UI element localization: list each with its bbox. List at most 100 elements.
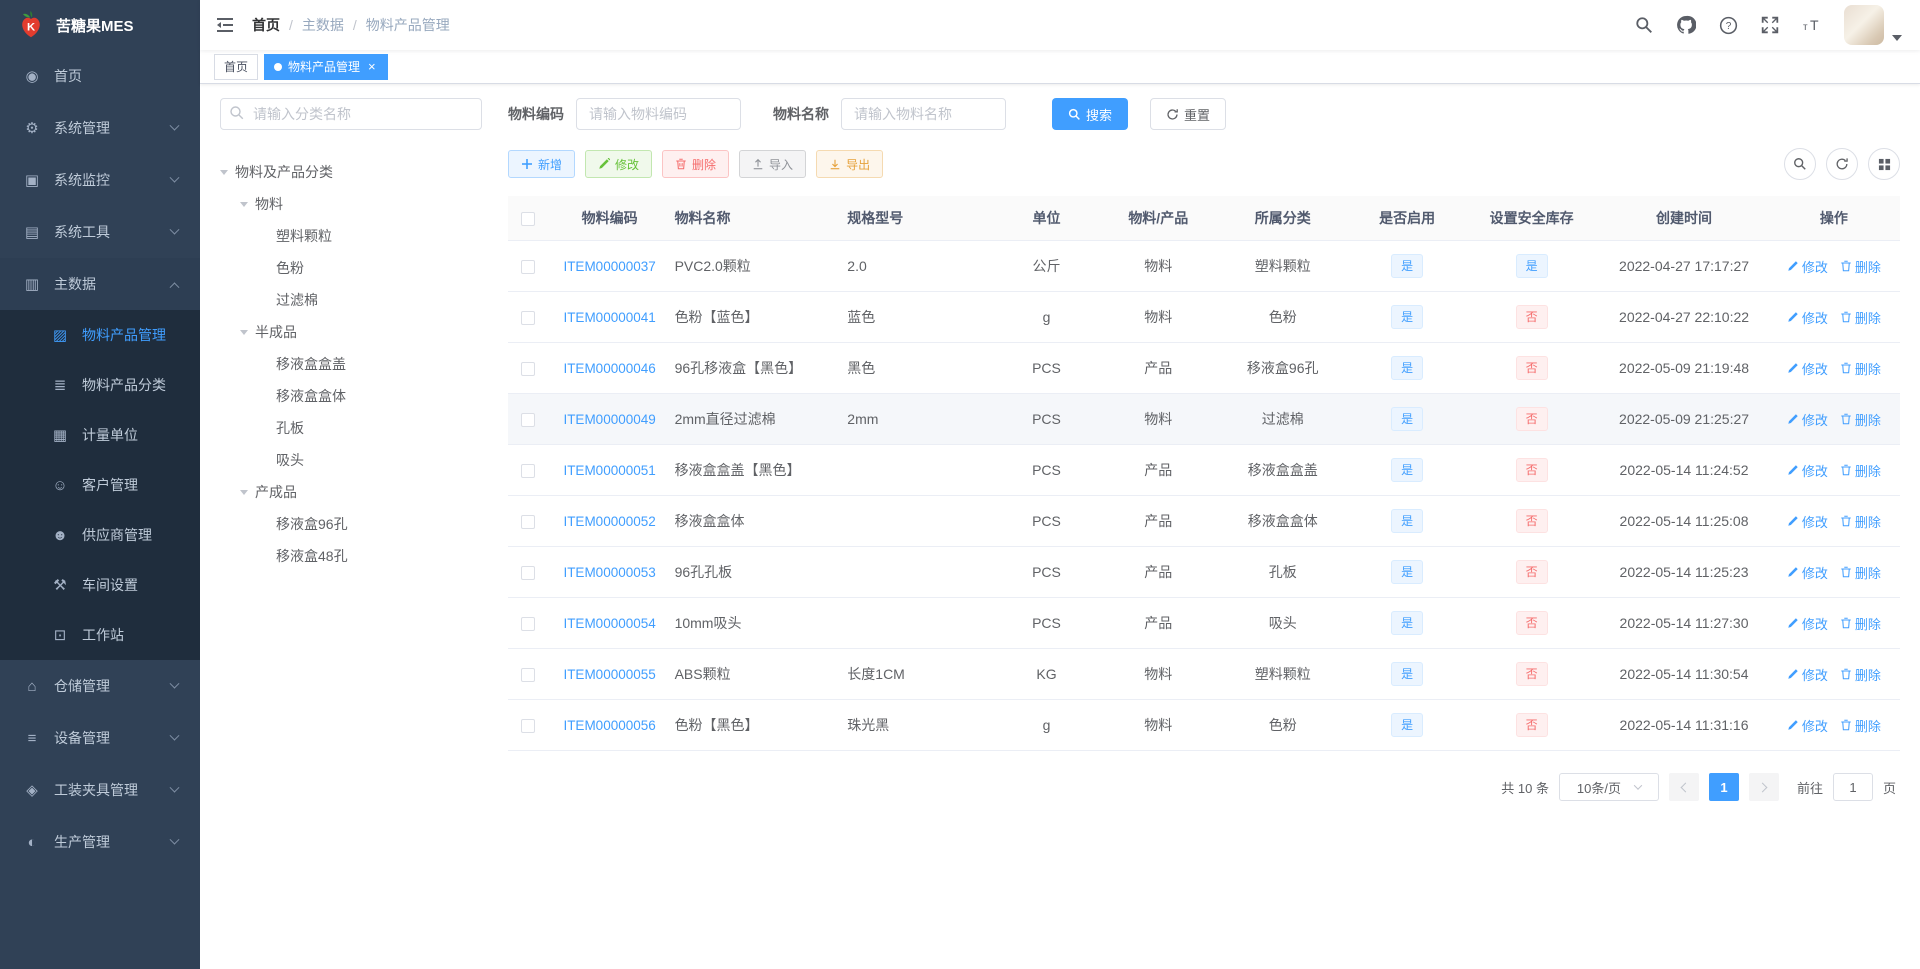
delete-button[interactable]: 删除	[662, 150, 730, 178]
row-edit-link[interactable]: 修改	[1787, 563, 1828, 582]
row-edit-link[interactable]: 修改	[1787, 512, 1828, 531]
material-code-input[interactable]	[576, 98, 741, 130]
material-code-link[interactable]: ITEM00000052	[563, 514, 655, 529]
row-delete-link[interactable]: 删除	[1840, 308, 1881, 327]
row-checkbox[interactable]	[521, 719, 536, 734]
material-code-link[interactable]: ITEM00000041	[563, 310, 655, 325]
sidebar-item-workshop-settings[interactable]: ⚒ 车间设置	[0, 560, 200, 610]
material-code-link[interactable]: ITEM00000049	[563, 412, 655, 427]
sidebar-item-customer-management[interactable]: ☺ 客户管理	[0, 460, 200, 510]
row-delete-link[interactable]: 删除	[1840, 410, 1881, 429]
import-button[interactable]: 导入	[739, 150, 807, 178]
search-button[interactable]: 搜索	[1052, 98, 1129, 130]
tree-node[interactable]: 移液盒96孔	[220, 508, 482, 540]
sidebar-item-production-management[interactable]: ◐ 生产管理	[0, 816, 200, 868]
page-size-select[interactable]: 10条/页	[1558, 773, 1659, 801]
tree-node[interactable]: 移液盒盒体	[220, 380, 482, 412]
reset-button[interactable]: 重置	[1150, 98, 1227, 130]
row-checkbox[interactable]	[521, 617, 536, 632]
tree-node[interactable]: 过滤棉	[220, 284, 482, 316]
row-delete-link[interactable]: 删除	[1840, 614, 1881, 633]
row-delete-link[interactable]: 删除	[1840, 563, 1881, 582]
sidebar-item-workstation[interactable]: ⊡ 工作站	[0, 610, 200, 660]
select-all-checkbox[interactable]	[521, 212, 536, 227]
row-delete-link[interactable]: 删除	[1840, 461, 1881, 480]
row-edit-link[interactable]: 修改	[1787, 359, 1828, 378]
search-icon[interactable]	[1634, 15, 1654, 35]
sidebar-item-warehouse-management[interactable]: ⌂ 仓储管理	[0, 660, 200, 712]
material-code-link[interactable]: ITEM00000055	[563, 667, 655, 682]
question-icon[interactable]: ?	[1718, 15, 1738, 35]
tree-node[interactable]: 移液盒盒盖	[220, 348, 482, 380]
row-checkbox[interactable]	[521, 260, 536, 275]
tree-node[interactable]: 孔板	[220, 412, 482, 444]
tab-home[interactable]: 首页	[214, 53, 259, 80]
sidebar-item-system-admin[interactable]: ⚙ 系统管理	[0, 102, 200, 154]
row-checkbox[interactable]	[521, 668, 536, 683]
breadcrumb-home[interactable]: 首页	[252, 15, 280, 35]
github-icon[interactable]	[1676, 15, 1696, 35]
tree-node[interactable]: 吸头	[220, 444, 482, 476]
add-button[interactable]: 新增	[508, 150, 576, 178]
row-edit-link[interactable]: 修改	[1787, 257, 1828, 276]
refresh-button[interactable]	[1826, 148, 1858, 180]
row-edit-link[interactable]: 修改	[1787, 461, 1828, 480]
sidebar-item-system-tools[interactable]: ▤ 系统工具	[0, 206, 200, 258]
row-delete-link[interactable]: 删除	[1840, 359, 1881, 378]
tree-node[interactable]: 产成品	[220, 476, 482, 508]
column-toggle-button[interactable]	[1868, 148, 1900, 180]
tab-material-product-management[interactable]: 物料产品管理 ×	[264, 53, 388, 80]
material-code-link[interactable]: ITEM00000054	[563, 616, 655, 631]
sidebar-item-supplier-management[interactable]: ☻ 供应商管理	[0, 510, 200, 560]
prev-page-button[interactable]	[1668, 773, 1699, 801]
sidebar-item-home[interactable]: ◉ 首页	[0, 50, 200, 102]
row-checkbox[interactable]	[521, 515, 536, 530]
tree-node[interactable]: 塑料颗粒	[220, 220, 482, 252]
row-checkbox[interactable]	[521, 464, 536, 479]
show-search-button[interactable]	[1784, 148, 1816, 180]
material-code-link[interactable]: ITEM00000037	[563, 259, 655, 274]
tree-node[interactable]: 物料	[220, 188, 482, 220]
sidebar-item-system-monitor[interactable]: ▣ 系统监控	[0, 154, 200, 206]
close-icon[interactable]: ×	[366, 59, 378, 74]
export-button[interactable]: 导出	[816, 150, 884, 178]
row-checkbox[interactable]	[521, 311, 536, 326]
row-delete-link[interactable]: 删除	[1840, 257, 1881, 276]
material-name-input[interactable]	[841, 98, 1006, 130]
page-number-button[interactable]: 1	[1708, 773, 1739, 801]
sidebar-item-equipment-management[interactable]: ≡ 设备管理	[0, 712, 200, 764]
row-edit-link[interactable]: 修改	[1787, 410, 1828, 429]
row-edit-link[interactable]: 修改	[1787, 716, 1828, 735]
tree-expand-caret-icon[interactable]	[240, 201, 248, 207]
row-checkbox[interactable]	[521, 362, 536, 377]
row-edit-link[interactable]: 修改	[1787, 308, 1828, 327]
tree-expand-caret-icon[interactable]	[240, 489, 248, 495]
material-code-link[interactable]: ITEM00000051	[563, 463, 655, 478]
sidebar-item-master-data[interactable]: ▥ 主数据	[0, 258, 200, 310]
user-menu[interactable]	[1844, 5, 1902, 45]
row-delete-link[interactable]: 删除	[1840, 512, 1881, 531]
app-logo[interactable]: K 苦糖果MES	[0, 0, 200, 50]
fullscreen-icon[interactable]	[1760, 15, 1780, 35]
sidebar-item-material-product-management[interactable]: ▨ 物料产品管理	[0, 310, 200, 360]
row-checkbox[interactable]	[521, 413, 536, 428]
tree-node[interactable]: 物料及产品分类	[220, 156, 482, 188]
tree-node[interactable]: 半成品	[220, 316, 482, 348]
edit-button[interactable]: 修改	[585, 150, 653, 178]
hamburger-icon[interactable]	[216, 15, 236, 35]
sidebar-item-measurement-unit[interactable]: ▦ 计量单位	[0, 410, 200, 460]
tree-node[interactable]: 色粉	[220, 252, 482, 284]
material-code-link[interactable]: ITEM00000053	[563, 565, 655, 580]
avatar[interactable]	[1844, 5, 1884, 45]
next-page-button[interactable]	[1748, 773, 1779, 801]
row-edit-link[interactable]: 修改	[1787, 665, 1828, 684]
tree-node[interactable]: 移液盒48孔	[220, 540, 482, 572]
tree-expand-caret-icon[interactable]	[220, 169, 228, 175]
tree-expand-caret-icon[interactable]	[240, 329, 248, 335]
sidebar-item-tooling-fixture-management[interactable]: ◈ 工装夹具管理	[0, 764, 200, 816]
row-checkbox[interactable]	[521, 566, 536, 581]
material-code-link[interactable]: ITEM00000056	[563, 718, 655, 733]
row-edit-link[interactable]: 修改	[1787, 614, 1828, 633]
font-size-icon[interactable]: т T	[1802, 15, 1822, 35]
material-code-link[interactable]: ITEM00000046	[563, 361, 655, 376]
